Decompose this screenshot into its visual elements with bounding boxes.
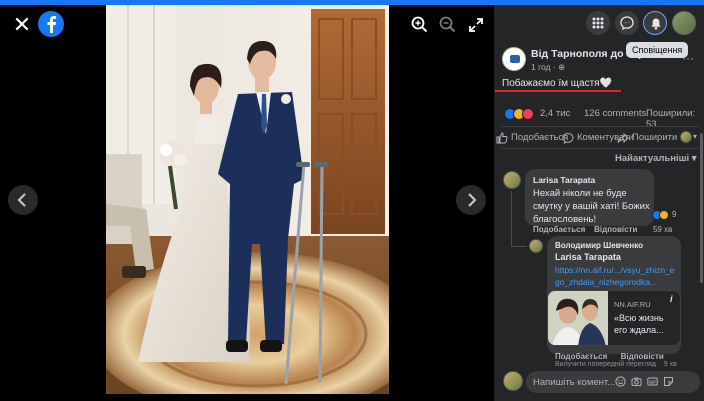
comment-meta: Подобається Відповісти 59 хв	[533, 225, 672, 234]
zoom-in-icon[interactable]	[410, 15, 430, 35]
care-reaction-icon	[659, 210, 669, 220]
thread-line	[511, 191, 512, 247]
reply-like-link[interactable]: Подобається	[555, 352, 607, 361]
profile-avatar[interactable]	[672, 11, 696, 35]
comment-text: Нехай ніколи не буде смутку у вашій хаті…	[533, 188, 650, 225]
zoom-out-icon[interactable]	[438, 15, 458, 35]
comment-author[interactable]: Larisa Tarapata	[533, 175, 595, 185]
divider	[502, 126, 698, 127]
camera-icon[interactable]	[631, 376, 642, 387]
love-reaction-icon	[522, 108, 534, 120]
link-preview-image	[548, 291, 608, 345]
scrollbar[interactable]	[700, 133, 703, 283]
photo-viewer: ✕	[0, 5, 494, 401]
like-label: Подобається	[511, 132, 569, 143]
bell-icon	[651, 18, 661, 30]
reply-author-avatar[interactable]	[529, 239, 543, 253]
facebook-logo[interactable]	[38, 11, 64, 37]
comment-composer: GIF	[494, 367, 704, 401]
emoji-icon[interactable]	[615, 376, 626, 387]
chevron-left-icon	[17, 193, 26, 207]
reply-reply-link[interactable]: Відповісти	[621, 352, 664, 361]
divider	[502, 148, 698, 149]
link-preview-card[interactable]: NN.AIF.RU «Всю жизнь его ждала... i	[547, 290, 681, 346]
reply-meta: Подобається Відповісти	[555, 352, 664, 361]
link-card-title: «Всю жизнь его ждала...	[614, 313, 664, 335]
comment-time[interactable]: 59 хв	[653, 225, 672, 234]
chevron-right-icon	[468, 193, 477, 207]
close-icon[interactable]: ✕	[10, 13, 34, 37]
fullscreen-icon[interactable]	[466, 15, 486, 35]
info-icon[interactable]: i	[670, 294, 673, 304]
reply-author[interactable]: Володимир Шевченко	[555, 241, 643, 250]
comment-like-link[interactable]: Подобається	[533, 225, 585, 234]
composer-avatar[interactable]	[503, 371, 523, 391]
wedding-photo	[106, 5, 389, 394]
sticker-icon[interactable]	[663, 376, 674, 387]
thread-line	[511, 246, 527, 247]
comment-count[interactable]: 126 comments	[584, 108, 646, 119]
notifications-button[interactable]	[643, 11, 667, 35]
share-icon	[617, 132, 629, 144]
post-time-text: 1 год ·	[531, 62, 556, 72]
link-card-domain: NN.AIF.RU	[614, 300, 651, 309]
comment-reaction-count: 9	[672, 210, 677, 219]
comment-sort-dropdown[interactable]: Найактуальніші ▾	[615, 153, 697, 164]
share-as-avatar[interactable]	[680, 131, 692, 143]
facebook-photo-viewer: ✕ Сповіщення Від Тарнополя до 1 год · ⊕ …	[0, 0, 704, 401]
post-panel: Сповіщення Від Тарнополя до Тернополя 1 …	[494, 5, 704, 401]
reaction-count[interactable]: 2,4 тис	[540, 108, 570, 119]
menu-grid-icon[interactable]	[586, 11, 610, 35]
gif-icon[interactable]: GIF	[647, 376, 658, 387]
share-label: Поширити	[632, 132, 678, 143]
comment-icon	[562, 132, 574, 144]
comment-reply-link[interactable]: Відповісти	[594, 225, 637, 234]
next-photo-button[interactable]	[456, 185, 486, 215]
globe-icon: ⊕	[558, 62, 566, 72]
post-text: Побажаємо їм щастя🤍	[502, 78, 613, 89]
reactions-bar: 2,4 тис 126 comments Поширили: 53	[504, 107, 700, 130]
chevron-down-icon[interactable]: ▾	[693, 132, 697, 148]
previous-photo-button[interactable]	[8, 185, 38, 215]
page-avatar[interactable]	[502, 47, 526, 71]
post-actions: Подобається Коментувати Поширити ▾	[494, 130, 704, 146]
reaction-icons[interactable]	[504, 107, 538, 121]
post-time[interactable]: 1 год · ⊕	[531, 62, 565, 73]
thumbs-up-icon	[496, 132, 508, 144]
highlight-underline	[495, 90, 621, 92]
svg-text:GIF: GIF	[649, 379, 656, 384]
reply-link[interactable]: https://nn.aif.ru/.../vsyu_zhizn_ego_zhd…	[555, 264, 677, 288]
messenger-icon[interactable]	[615, 11, 639, 35]
commenter-avatar[interactable]	[503, 171, 521, 189]
notifications-tooltip: Сповіщення	[626, 42, 689, 58]
comment-bubble: Larisa Tarapata Нехай ніколи не буде сму…	[525, 169, 654, 226]
reply-mention[interactable]: Larisa Tarapata	[555, 252, 621, 262]
